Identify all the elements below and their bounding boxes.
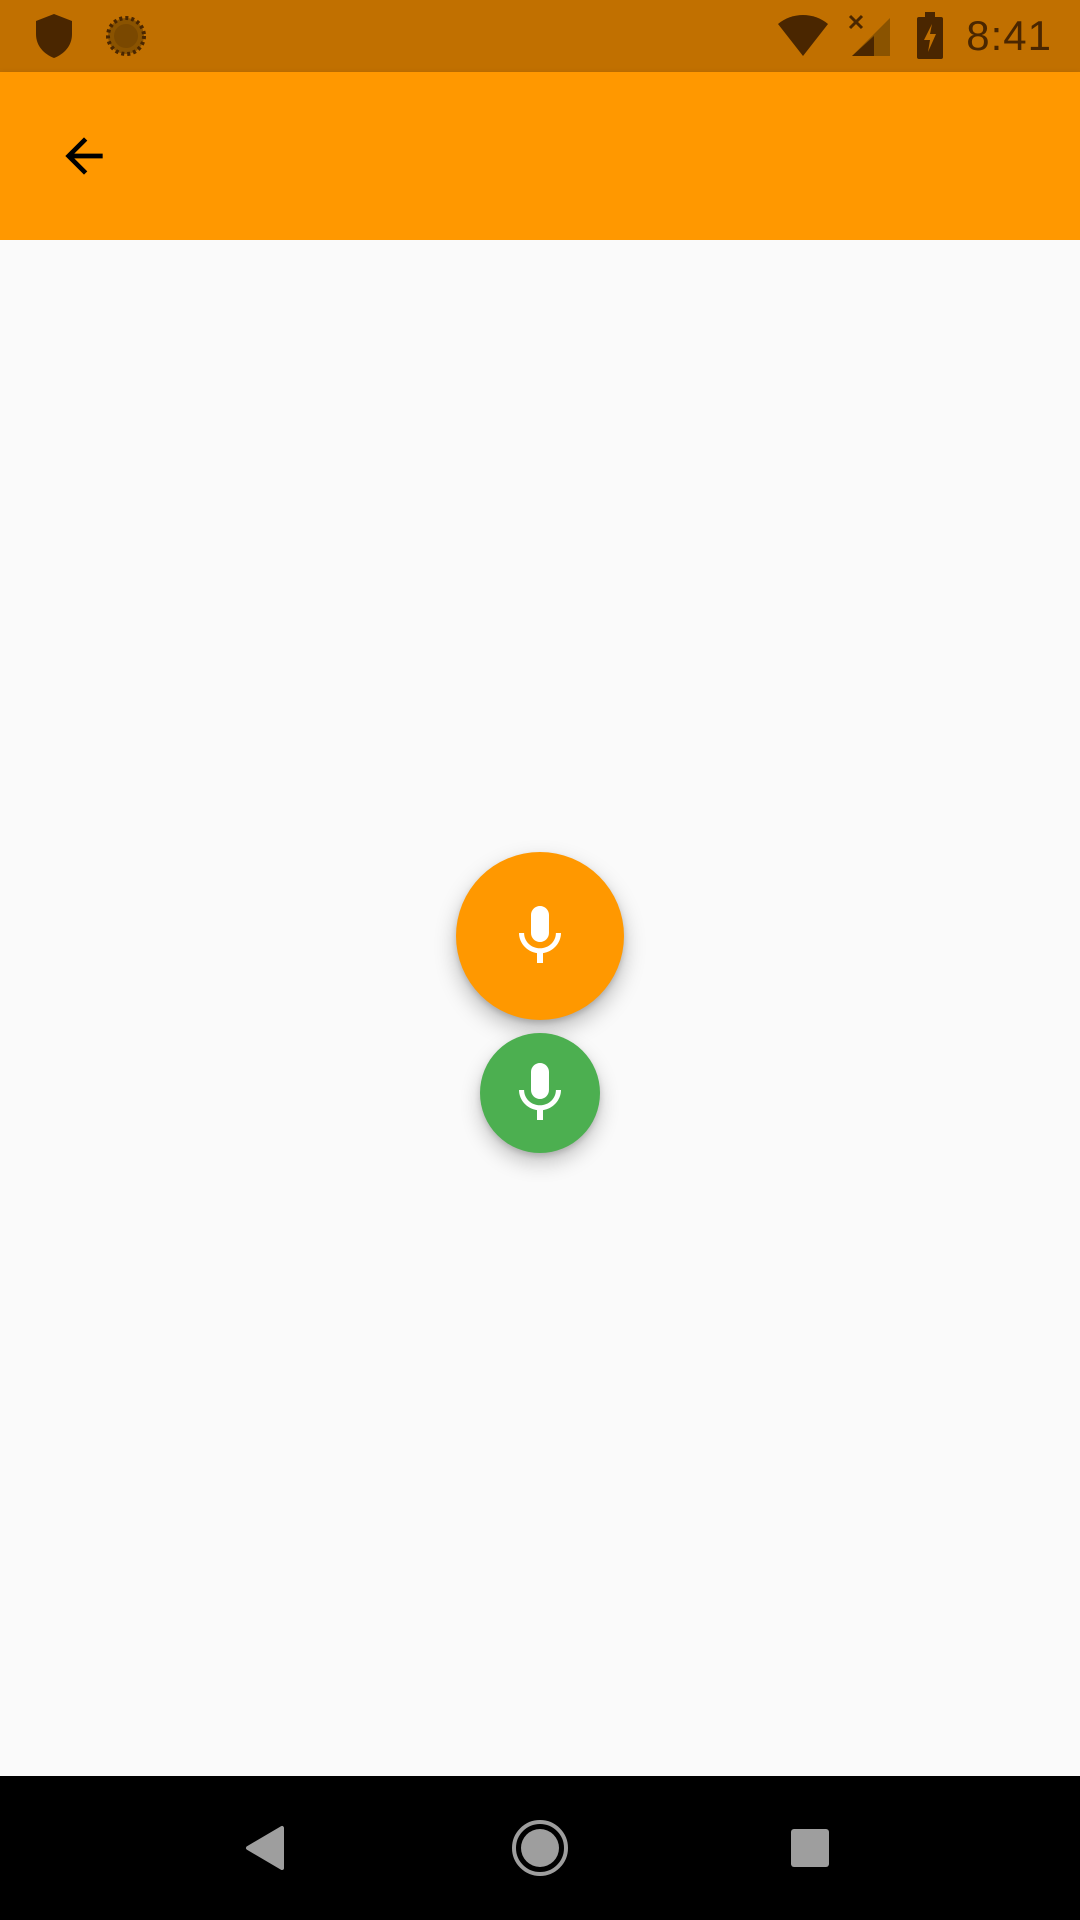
- microphone-icon: [519, 906, 561, 963]
- status-notifications: [34, 12, 148, 60]
- home-circle-icon: [512, 1820, 568, 1876]
- voice-record-button-primary[interactable]: [456, 852, 624, 1020]
- wifi-icon: [778, 15, 829, 56]
- nav-home-button[interactable]: [496, 1804, 584, 1892]
- main-content: [0, 240, 1080, 1776]
- shield-icon: [36, 14, 72, 58]
- sync-spinner-icon: [106, 16, 146, 56]
- app-bar: [0, 72, 1080, 240]
- navigation-bar: [0, 1776, 1080, 1920]
- microphone-icon: [519, 1063, 561, 1120]
- nav-back-button[interactable]: [226, 1804, 314, 1892]
- battery-charging-icon: [917, 12, 944, 59]
- status-time: 8:41: [966, 12, 1052, 59]
- back-button[interactable]: [40, 112, 128, 200]
- arrow-back-icon: [65, 137, 103, 175]
- status-bar: 8:41: [0, 0, 1080, 72]
- nav-recents-button[interactable]: [766, 1804, 854, 1892]
- cell-signal-no-service-icon: [849, 14, 891, 56]
- recents-square-icon: [791, 1829, 829, 1867]
- back-triangle-icon: [246, 1826, 284, 1870]
- status-system-icons: 8:41: [776, 10, 1052, 62]
- voice-record-button-secondary[interactable]: [480, 1033, 600, 1153]
